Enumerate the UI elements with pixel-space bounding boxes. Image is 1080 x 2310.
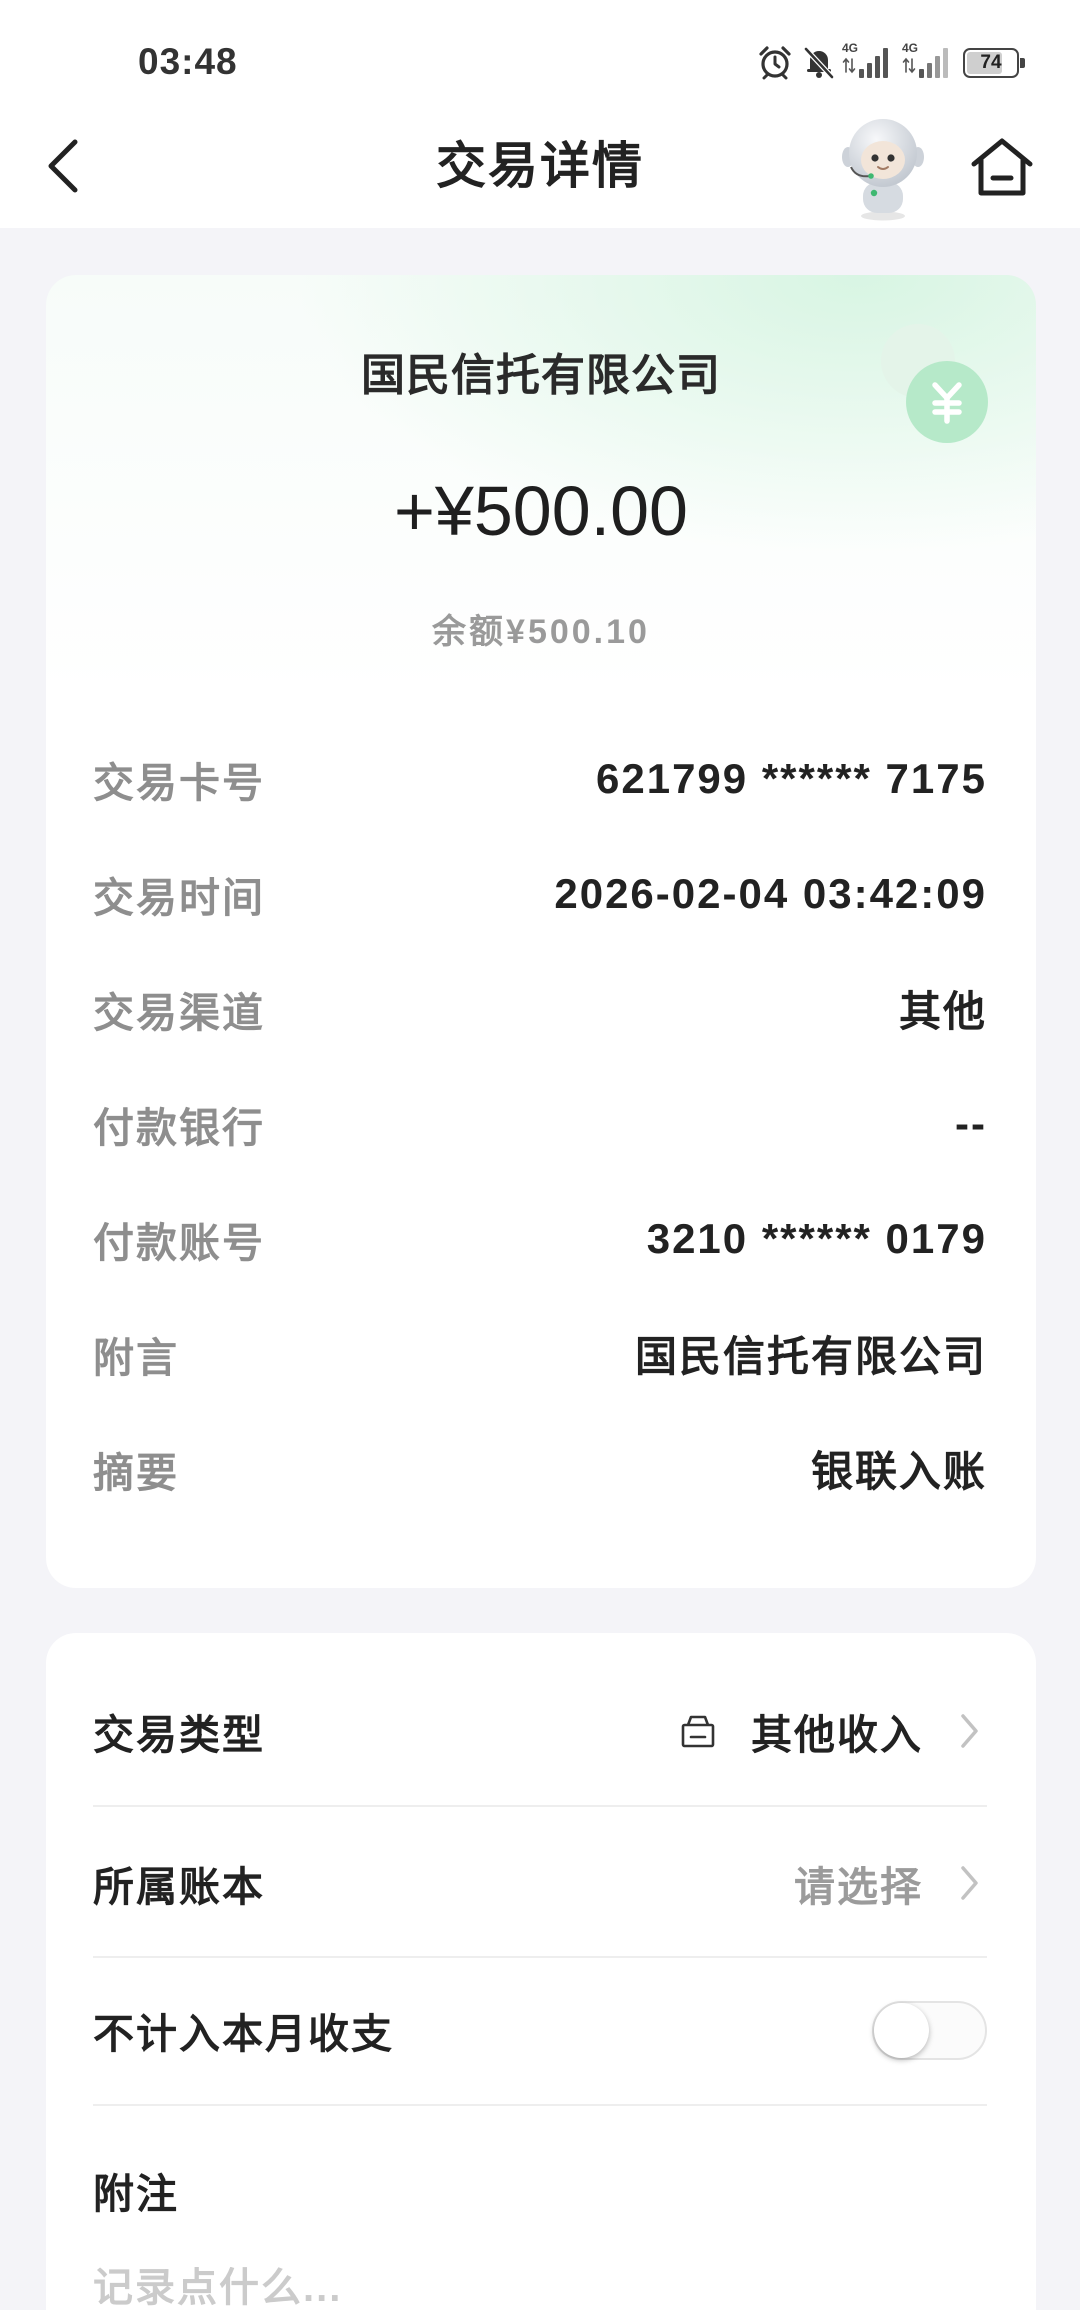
detail-value: 银联入账 bbox=[810, 1448, 987, 1495]
ledger-label: 所属账本 bbox=[93, 1864, 265, 1910]
detail-label: 付款账号 bbox=[93, 1219, 265, 1266]
network-type-label: 4G bbox=[902, 41, 919, 55]
divider bbox=[93, 2104, 987, 2106]
divider bbox=[93, 1805, 987, 1807]
battery-level: 74 bbox=[980, 52, 1002, 73]
detail-row-payer-bank: 付款银行 -- bbox=[93, 1066, 987, 1181]
detail-row-card-number: 交易卡号 621799 ****** 7175 bbox=[93, 721, 987, 836]
exclude-from-month-row: 不计入本月收支 bbox=[93, 1980, 987, 2080]
page-title: 交易详情 bbox=[436, 138, 644, 194]
note-label: 附注 bbox=[93, 2171, 179, 2217]
detail-label: 付款银行 bbox=[93, 1104, 265, 1151]
detail-label: 交易渠道 bbox=[93, 989, 265, 1036]
detail-value: 国民信托有限公司 bbox=[634, 1333, 987, 1380]
detail-value: 621799 ****** 7175 bbox=[596, 754, 987, 802]
signal-icon: 4G bbox=[902, 42, 954, 80]
transaction-amount: +¥500.00 bbox=[394, 472, 688, 550]
detail-value: 其他 bbox=[898, 988, 987, 1035]
status-time: 03:48 bbox=[138, 41, 238, 82]
detail-label: 附言 bbox=[93, 1334, 179, 1381]
transaction-summary-card: 国民信托有限公司 +¥500.00 余额¥500.10 交易卡号 621799 … bbox=[46, 275, 1036, 1588]
note-input[interactable] bbox=[93, 2267, 987, 2309]
divider bbox=[93, 1956, 987, 1958]
transaction-settings-card: 交易类型 其他收入 所属账本 请选择 不计入本月收支 附注 记录点什么... bbox=[46, 1633, 1036, 2310]
top-bar: 03:48 4G 4G 74 交易详情 bbox=[0, 0, 1080, 228]
detail-row-memo: 附言 国民信托有限公司 bbox=[93, 1296, 987, 1411]
page: { "status_bar": { "time": "03:48", "netw… bbox=[0, 0, 1080, 2310]
exclude-from-month-label: 不计入本月收支 bbox=[93, 2011, 394, 2057]
network-type-label: 4G bbox=[842, 41, 859, 55]
detail-value: -- bbox=[955, 1099, 987, 1147]
transaction-type-row[interactable]: 交易类型 其他收入 bbox=[93, 1681, 987, 1781]
battery-icon: 74 bbox=[963, 48, 1027, 78]
chevron-right-icon bbox=[961, 1714, 978, 1748]
detail-row-time: 交易时间 2026-02-04 03:42:09 bbox=[93, 836, 987, 951]
detail-row-summary: 摘要 银联入账 bbox=[93, 1411, 987, 1526]
detail-row-payer-account: 付款账号 3210 ****** 0179 bbox=[93, 1181, 987, 1296]
detail-label: 交易卡号 bbox=[93, 759, 265, 806]
transaction-type-value: 其他收入 bbox=[751, 1712, 923, 1758]
detail-value: 2026-02-04 03:42:09 bbox=[554, 869, 987, 917]
battery-tip bbox=[1020, 58, 1025, 68]
transaction-details-list: 交易卡号 621799 ****** 7175 交易时间 2026-02-04 … bbox=[93, 721, 987, 1526]
ledger-selector[interactable]: 请选择 bbox=[794, 1853, 987, 1913]
detail-row-channel: 交易渠道 其他 bbox=[93, 951, 987, 1066]
bell-off-icon bbox=[801, 44, 837, 80]
back-arrow-icon[interactable] bbox=[44, 137, 84, 195]
income-category-icon bbox=[681, 1715, 715, 1748]
ledger-value: 请选择 bbox=[794, 1864, 923, 1910]
exclude-from-month-toggle[interactable] bbox=[872, 2000, 987, 2060]
counterparty-name: 国民信托有限公司 bbox=[361, 351, 721, 400]
transaction-type-label: 交易类型 bbox=[93, 1712, 265, 1758]
signal-icon: 4G bbox=[842, 42, 894, 80]
transaction-type-selector[interactable]: 其他收入 bbox=[678, 1701, 987, 1761]
toggle-knob bbox=[874, 2002, 929, 2058]
ledger-row[interactable]: 所属账本 请选择 bbox=[93, 1833, 987, 1933]
chevron-right-icon bbox=[961, 1866, 978, 1900]
alarm-icon bbox=[757, 44, 793, 80]
robot-assistant-icon[interactable] bbox=[834, 112, 932, 222]
account-balance: 余额¥500.10 bbox=[432, 613, 650, 651]
detail-label: 交易时间 bbox=[93, 874, 265, 921]
home-icon[interactable] bbox=[968, 134, 1036, 200]
detail-value: 3210 ****** 0179 bbox=[646, 1214, 987, 1262]
detail-label: 摘要 bbox=[93, 1449, 179, 1496]
